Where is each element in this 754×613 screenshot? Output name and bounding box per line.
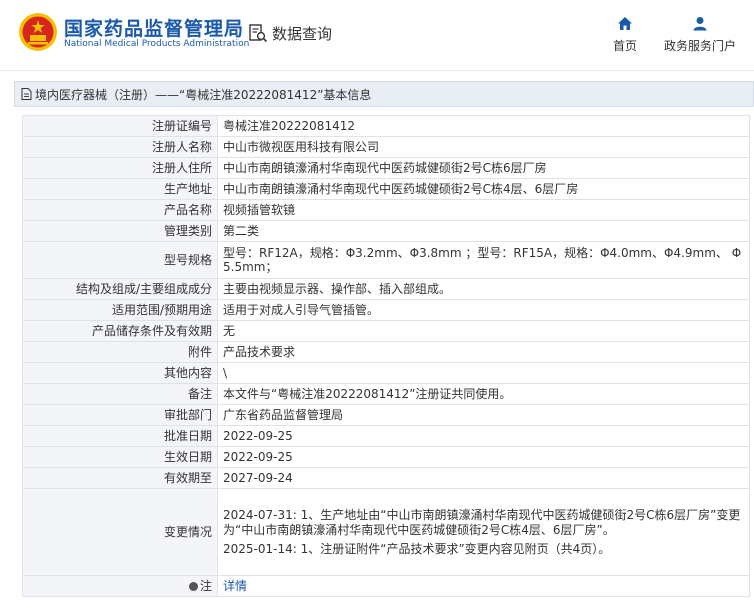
row-label: 产品储存条件及有效期 xyxy=(22,320,218,342)
row-value: 适用于对成人引导气管插管。 xyxy=(217,299,750,321)
row-label: 产品名称 xyxy=(22,199,218,221)
row-label: 结构及组成/主要组成成分 xyxy=(22,278,218,300)
table-row: 注册证编号 粤械注准20222081412 xyxy=(22,115,750,137)
note-label: 注 xyxy=(199,579,212,593)
row-value: 中山市南朗镇濠涌村华南现代中医药城健硕街2号C栋6层厂房 xyxy=(217,157,750,179)
changes-label: 变更情况 xyxy=(22,488,218,576)
table-row: 型号规格 型号：RF12A，规格：Φ3.2mm、Φ3.8mm ；型号：RF15A，… xyxy=(22,241,750,279)
table-row: 生产地址 中山市南朗镇濠涌村华南现代中医药城健硕街2号C栋4层、6层厂房 xyxy=(22,178,750,200)
table-row: 有效期至 2027-09-24 xyxy=(22,467,750,489)
nav-home[interactable]: 首页 xyxy=(610,16,640,54)
table-row-changes: 变更情况 2024-07-31: 1、生产地址由“中山市南朗镇濠涌村华南现代中医… xyxy=(22,488,750,576)
row-label: 注册证编号 xyxy=(22,115,218,137)
row-value: 广东省药品监督管理局 xyxy=(217,404,750,426)
table-row: 注册人住所 中山市南朗镇濠涌村华南现代中医药城健硕街2号C栋6层厂房 xyxy=(22,157,750,179)
table-row: 审批部门 广东省药品监督管理局 xyxy=(22,404,750,426)
nav-gov-label: 政务服务门户 xyxy=(663,39,736,53)
note-label-cell: 注 xyxy=(22,575,218,597)
change-entry: 2024-07-31: 1、生产地址由“中山市南朗镇濠涌村华南现代中医药城健硕街… xyxy=(223,507,741,537)
nav-home-label: 首页 xyxy=(612,39,637,53)
row-value: 中山市南朗镇濠涌村华南现代中医药城健硕街2号C栋4层、6层厂房 xyxy=(217,178,750,200)
row-label: 适用范围/预期用途 xyxy=(22,299,218,321)
row-value: 主要由视频显示器、操作部、插入部组成。 xyxy=(217,278,750,300)
row-value: 无 xyxy=(217,320,750,342)
brand-subtitle: National Medical Products Administration xyxy=(64,39,250,49)
row-label: 注册人住所 xyxy=(22,157,218,179)
table-row: 其他内容 \ xyxy=(22,362,750,384)
row-label: 管理类别 xyxy=(22,220,218,242)
row-label: 附件 xyxy=(22,341,218,363)
bulb-icon xyxy=(188,582,198,591)
table-row: 备注 本文件与“粤械注准20222081412”注册证共同使用。 xyxy=(22,383,750,405)
details-link[interactable]: 详情 xyxy=(223,579,247,593)
table-row: 生效日期 2022-09-25 xyxy=(22,446,750,468)
table-row: 结构及组成/主要组成成分 主要由视频显示器、操作部、插入部组成。 xyxy=(22,278,750,300)
row-value: 第二类 xyxy=(217,220,750,242)
row-label: 生效日期 xyxy=(22,446,218,468)
row-label: 审批部门 xyxy=(22,404,218,426)
row-label: 备注 xyxy=(22,383,218,405)
detail-title-bar: 境内医疗器械（注册）——“粤械注准20222081412”基本信息 xyxy=(14,81,754,107)
data-query-link[interactable]: 数据查询 xyxy=(248,22,332,44)
row-label: 注册人名称 xyxy=(22,136,218,158)
document-icon xyxy=(21,88,32,100)
row-label: 其他内容 xyxy=(22,362,218,384)
row-value: 本文件与“粤械注准20222081412”注册证共同使用。 xyxy=(217,383,750,405)
table-row: 适用范围/预期用途 适用于对成人引导气管插管。 xyxy=(22,299,750,321)
row-value: 2022-09-25 xyxy=(217,425,750,447)
table-row: 产品名称 视频插管软镜 xyxy=(22,199,750,221)
note-value: 详情 xyxy=(217,575,750,597)
table-row: 批准日期 2022-09-25 xyxy=(22,425,750,447)
table-row: 注册人名称 中山市微视医用科技有限公司 xyxy=(22,136,750,158)
home-icon xyxy=(618,17,632,30)
data-query-label: 数据查询 xyxy=(272,24,333,43)
row-label: 生产地址 xyxy=(22,178,218,200)
brand-title: 国家药品监督管理局 xyxy=(64,18,245,40)
row-value: 2022-09-25 xyxy=(217,446,750,468)
nav-gov-service[interactable]: 政务服务门户 xyxy=(660,16,740,54)
change-entry: 2025-01-14: 1、注册证附件“产品技术要求”变更内容见附页（共4页）。 xyxy=(223,541,611,556)
user-icon xyxy=(693,17,707,31)
document-search-icon xyxy=(249,24,268,43)
detail-title: 境内医疗器械（注册）——“粤械注准20222081412”基本信息 xyxy=(35,87,372,102)
row-label: 批准日期 xyxy=(22,425,218,447)
row-value: 型号：RF12A，规格：Φ3.2mm、Φ3.8mm ；型号：RF15A，规格：Φ… xyxy=(217,241,750,279)
row-value: 产品技术要求 xyxy=(217,341,750,363)
table-row: 产品储存条件及有效期无 xyxy=(22,320,750,342)
row-value: 视频插管软镜 xyxy=(217,199,750,221)
row-value: 中山市微视医用科技有限公司 xyxy=(217,136,750,158)
row-label: 型号规格 xyxy=(22,241,218,279)
row-value: 粤械注准20222081412 xyxy=(217,115,750,137)
changes-value: 2024-07-31: 1、生产地址由“中山市南朗镇濠涌村华南现代中医药城健硕街… xyxy=(217,488,750,576)
table-row-note: 注 详情 xyxy=(22,575,750,597)
table-row: 附件 产品技术要求 xyxy=(22,341,750,363)
site-header: 国家药品监督管理局 National Medical Products Admi… xyxy=(0,0,754,71)
emblem-logo-icon xyxy=(19,13,57,51)
row-value: \ xyxy=(217,362,750,384)
table-row: 管理类别 第二类 xyxy=(22,220,750,242)
row-value: 2027-09-24 xyxy=(217,467,750,489)
detail-table: 注册证编号 粤械注准20222081412 注册人名称 中山市微视医用科技有限公司 … xyxy=(22,115,750,597)
row-label: 有效期至 xyxy=(22,467,218,489)
